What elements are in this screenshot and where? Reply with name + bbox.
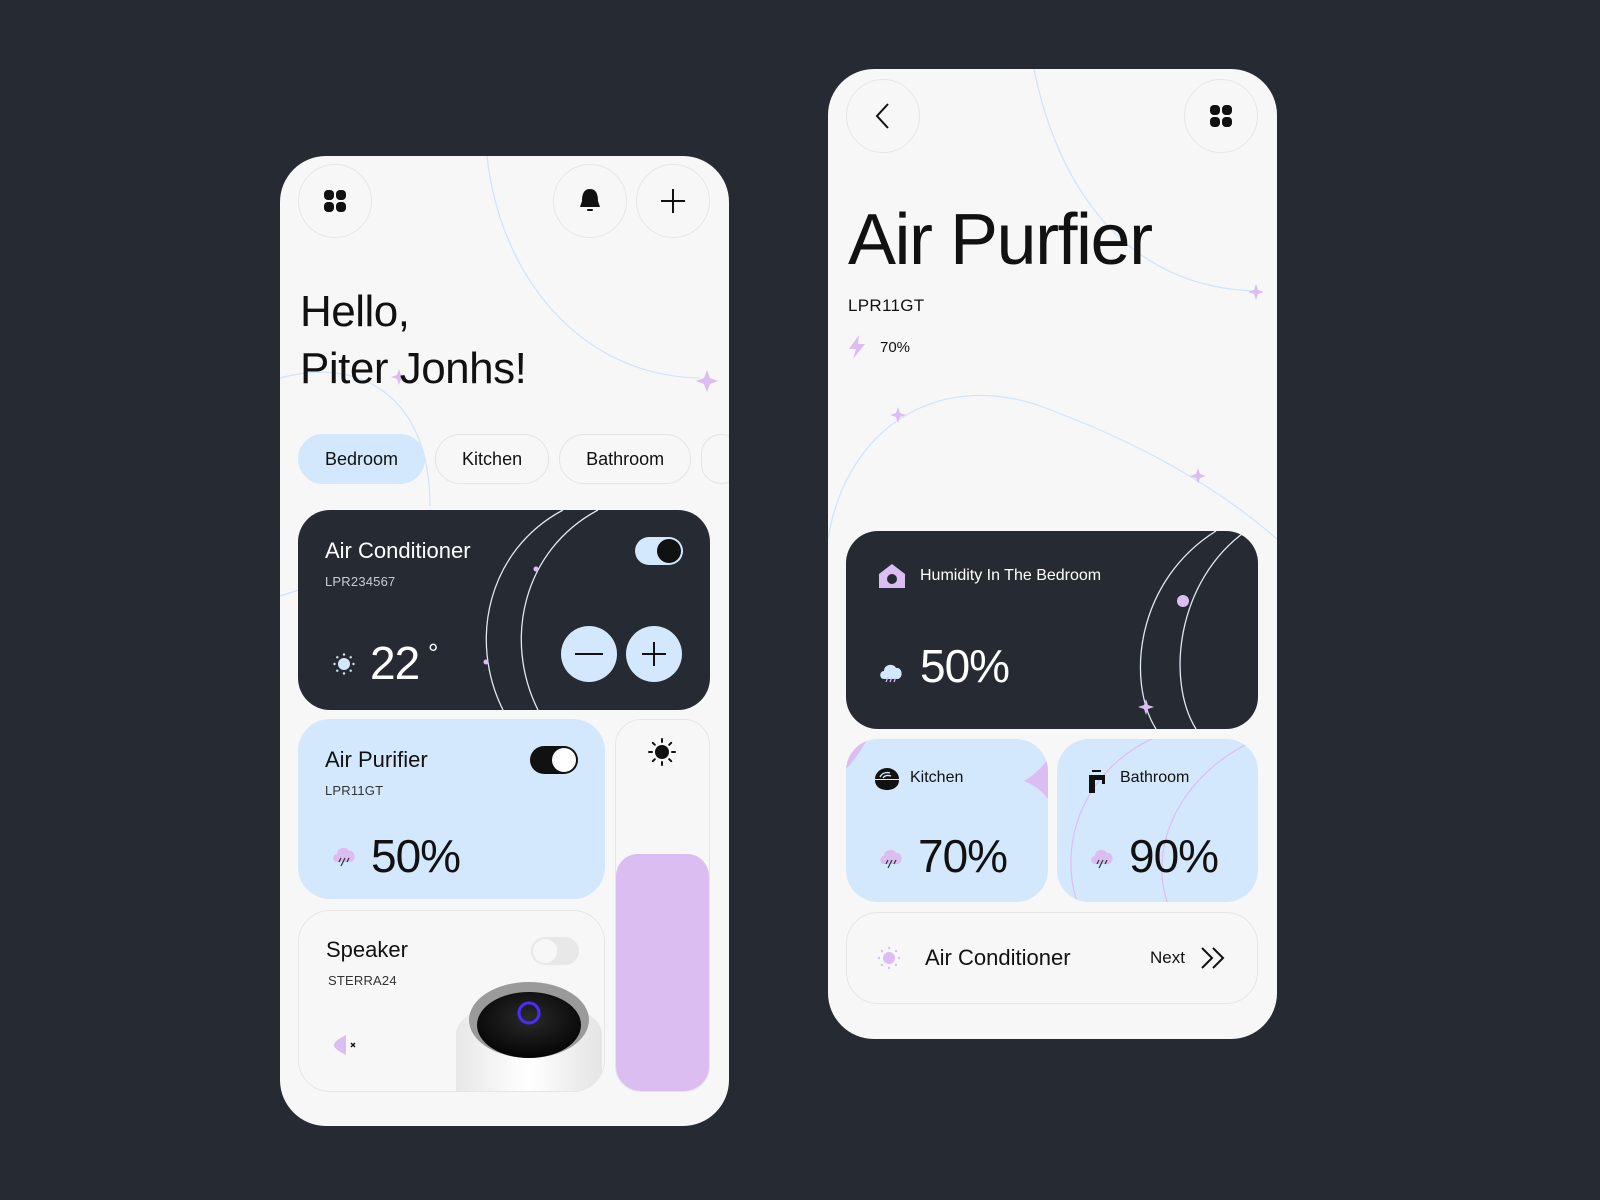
plus-icon xyxy=(642,642,666,666)
decrease-temperature-button[interactable] xyxy=(561,626,617,682)
card-title: Air Conditioner xyxy=(325,538,471,563)
temperature-value: 22 xyxy=(370,637,420,689)
air-purifier-toggle[interactable] xyxy=(530,746,578,774)
sun-icon xyxy=(648,738,676,766)
orbit-decoration xyxy=(1138,531,1247,729)
speaker-toggle[interactable] xyxy=(531,937,579,965)
temperature-unit: ° xyxy=(428,638,439,668)
rain-cloud-icon xyxy=(880,664,902,683)
next-device-name: Air Conditioner xyxy=(925,945,1071,970)
room-label: Bathroom xyxy=(1120,769,1190,786)
battery-value: 70% xyxy=(880,338,911,356)
device-model: LPR11GT xyxy=(848,296,925,315)
greeting-name: Piter Jonhs! xyxy=(300,344,527,393)
card-model: STERRA24 xyxy=(328,973,397,988)
air-conditioner-card[interactable]: Air Conditioner LPR234567 22 ° xyxy=(298,510,710,710)
rain-cloud-icon xyxy=(880,849,902,869)
add-device-button[interactable] xyxy=(636,164,710,238)
humidity-value: 50% xyxy=(920,640,1010,692)
bathroom-humidity-card[interactable]: Bathroom 90% xyxy=(1057,739,1258,902)
air-purifier-card[interactable]: Air Purifier LPR11GT 50% xyxy=(298,719,605,899)
card-model: LPR11GT xyxy=(325,783,384,798)
back-button[interactable] xyxy=(846,79,920,153)
menu-button[interactable] xyxy=(298,164,372,238)
purifier-value: 50% xyxy=(371,830,461,882)
double-chevron-right-icon xyxy=(1201,947,1225,969)
tab-bathroom[interactable]: Bathroom xyxy=(559,434,692,484)
brightness-slider[interactable] xyxy=(615,719,710,1092)
lightning-icon xyxy=(849,335,865,359)
tab-bedroom[interactable]: Bedroom xyxy=(298,434,426,484)
room-humidity-value: 90% xyxy=(1129,830,1219,882)
battery-status: 70% xyxy=(848,335,910,359)
speaker-card[interactable]: Speaker STERRA24 xyxy=(298,910,605,1092)
room-label: Kitchen xyxy=(910,769,964,786)
rain-cloud-icon xyxy=(333,847,355,867)
room-humidity-value: 70% xyxy=(918,830,1008,882)
faucet-icon xyxy=(1089,770,1105,793)
home-screen: Hello, Piter Jonhs! Bedroom Kitchen Bath… xyxy=(280,156,729,1126)
card-title: Air Purifier xyxy=(325,747,428,772)
rain-cloud-icon xyxy=(1091,849,1113,869)
kitchen-humidity-card[interactable]: Kitchen 70% xyxy=(846,739,1048,902)
humidity-card[interactable]: Humidity In The Bedroom 50% xyxy=(846,531,1258,729)
room-tabs: Bedroom Kitchen Bathroom xyxy=(298,434,729,484)
air-conditioner-toggle[interactable] xyxy=(635,537,683,565)
mute-icon xyxy=(334,1035,356,1055)
sun-icon xyxy=(333,653,355,675)
tab-kitchen[interactable]: Kitchen xyxy=(435,434,550,484)
plus-icon xyxy=(661,189,685,213)
humidity-card-title: Humidity In The Bedroom xyxy=(920,567,1102,584)
grid-icon xyxy=(324,190,346,212)
tab-more[interactable] xyxy=(701,434,729,484)
increase-temperature-button[interactable] xyxy=(626,626,682,682)
grid-icon xyxy=(1210,105,1232,127)
next-label: Next xyxy=(1150,948,1185,967)
speaker-image xyxy=(456,982,602,1091)
home-icon xyxy=(879,564,905,588)
device-detail-screen: Air Purfier LPR11GT 70% Humidity In The … xyxy=(828,69,1277,1039)
notifications-button[interactable] xyxy=(553,164,627,238)
next-device-button[interactable]: Air Conditioner Next xyxy=(846,912,1258,1004)
chevron-left-icon xyxy=(875,103,889,129)
greeting-hello: Hello, xyxy=(300,287,410,336)
sun-icon xyxy=(877,946,901,970)
device-title: Air Purfier xyxy=(848,200,1153,280)
brightness-level-fill xyxy=(616,853,709,1091)
card-model: LPR234567 xyxy=(325,574,396,589)
bell-icon xyxy=(580,189,600,211)
card-title: Speaker xyxy=(326,937,408,962)
menu-button[interactable] xyxy=(1184,79,1258,153)
minus-icon xyxy=(575,653,603,655)
bowl-icon xyxy=(875,768,899,790)
greeting: Hello, Piter Jonhs! xyxy=(300,284,527,398)
